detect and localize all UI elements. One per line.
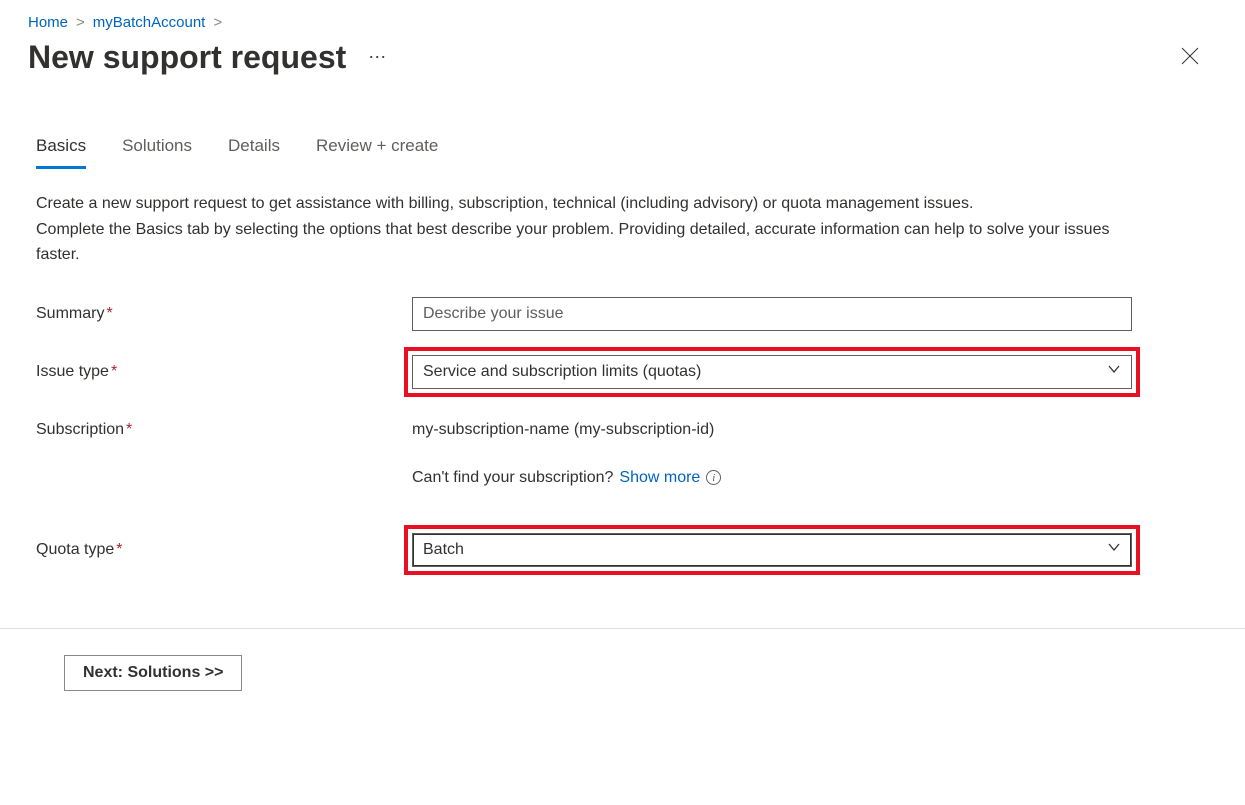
issue-type-select[interactable]: Service and subscription limits (quotas) [412, 355, 1132, 389]
quota-type-label: Quota type* [36, 541, 412, 559]
intro-text: Create a new support request to get assi… [28, 191, 1148, 268]
chevron-down-icon [1107, 362, 1121, 381]
breadcrumb: Home > myBatchAccount > [28, 14, 1217, 31]
chevron-down-icon [1107, 540, 1121, 559]
quota-type-select[interactable]: Batch [412, 533, 1132, 567]
show-more-link[interactable]: Show more [619, 469, 700, 487]
tab-review[interactable]: Review + create [316, 136, 438, 169]
chevron-right-icon: > [76, 14, 85, 31]
chevron-right-icon: > [213, 14, 222, 31]
breadcrumb-home[interactable]: Home [28, 14, 68, 31]
issue-type-label: Issue type* [36, 363, 412, 381]
info-icon[interactable]: i [706, 470, 721, 485]
breadcrumb-account[interactable]: myBatchAccount [93, 14, 206, 31]
next-button[interactable]: Next: Solutions >> [64, 655, 242, 691]
tab-basics[interactable]: Basics [36, 136, 86, 169]
tab-solutions[interactable]: Solutions [122, 136, 192, 169]
quota-type-value: Batch [423, 541, 464, 559]
quota-type-highlight: Batch [404, 525, 1140, 575]
issue-type-value: Service and subscription limits (quotas) [423, 363, 701, 381]
page-title: New support request [28, 39, 346, 76]
subscription-value: my-subscription-name (my-subscription-id… [412, 421, 714, 438]
summary-input[interactable] [412, 297, 1132, 331]
tabs: Basics Solutions Details Review + create [28, 136, 1217, 169]
summary-label: Summary* [36, 305, 412, 323]
subscription-hint: Can't find your subscription? [412, 469, 613, 487]
tab-details[interactable]: Details [228, 136, 280, 169]
issue-type-highlight: Service and subscription limits (quotas) [404, 347, 1140, 397]
subscription-label: Subscription* [36, 421, 412, 439]
close-button[interactable] [1175, 41, 1217, 74]
more-icon[interactable]: ⋯ [364, 43, 391, 72]
close-icon [1181, 47, 1199, 65]
